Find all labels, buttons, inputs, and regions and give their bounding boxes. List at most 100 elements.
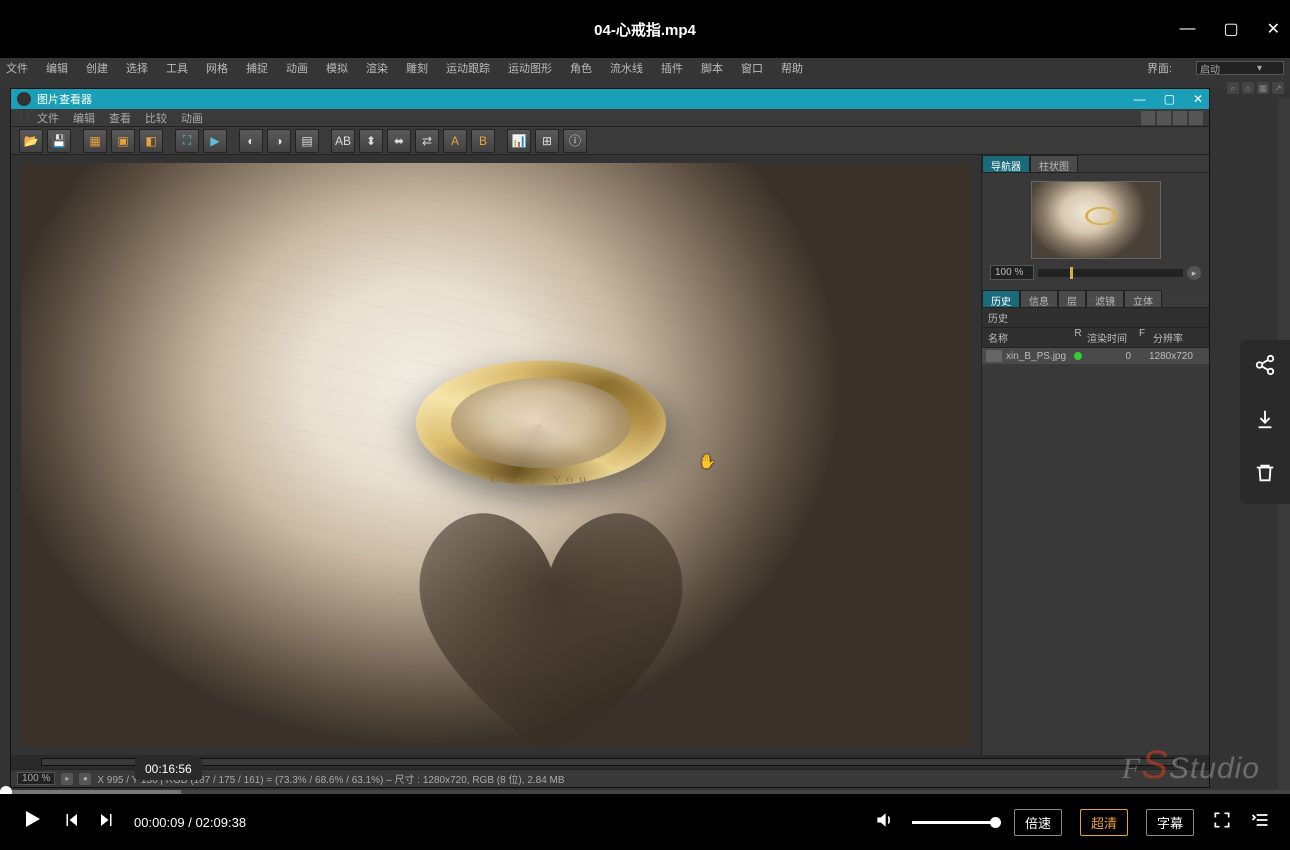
- prev-button[interactable]: [62, 811, 80, 834]
- save-icon[interactable]: 💾: [47, 129, 71, 153]
- menu-motrack[interactable]: 运动跟踪: [446, 60, 490, 76]
- pv-menu-view[interactable]: 查看: [109, 110, 131, 126]
- status-stop-icon[interactable]: ●: [79, 773, 91, 785]
- grid-icon[interactable]: ⊞: [535, 129, 559, 153]
- info-icon[interactable]: ⓘ: [563, 129, 587, 153]
- menu-pipeline[interactable]: 流水线: [610, 60, 643, 76]
- status-play-icon[interactable]: ▸: [61, 773, 73, 785]
- menu-sculpt[interactable]: 雕刻: [406, 60, 428, 76]
- ab-horiz-icon[interactable]: ⬌: [387, 129, 411, 153]
- render-region-icon[interactable]: ▣: [111, 129, 135, 153]
- pv-titlebar[interactable]: 图片查看器 — ▢ ✕: [11, 89, 1209, 109]
- col-f[interactable]: F: [1135, 328, 1149, 347]
- menu-plugins[interactable]: 插件: [661, 60, 683, 76]
- swap-icon[interactable]: ⇄: [415, 129, 439, 153]
- pv-dock-icon-4[interactable]: [1189, 111, 1203, 125]
- volume-slider[interactable]: [912, 821, 996, 824]
- playlist-button[interactable]: [1250, 810, 1270, 835]
- pv-menu-file[interactable]: 文件: [37, 110, 59, 126]
- channel-icon[interactable]: ◑: [267, 129, 291, 153]
- menu-create[interactable]: 创建: [86, 60, 108, 76]
- video-controls: 00:00:09 / 02:09:38 倍速 超清 字幕: [0, 794, 1290, 850]
- alpha-icon[interactable]: ▤: [295, 129, 319, 153]
- menu-edit[interactable]: 编辑: [46, 60, 68, 76]
- status-zoom[interactable]: 100 %: [17, 772, 55, 785]
- hand-cursor-icon: ✋: [699, 453, 716, 470]
- col-res[interactable]: 分辨率: [1149, 328, 1209, 347]
- menu-help[interactable]: 帮助: [781, 60, 803, 76]
- stop-render-icon[interactable]: ◧: [139, 129, 163, 153]
- nav-zoom-slider[interactable]: [1038, 269, 1183, 277]
- pv-dock-icon-3[interactable]: [1173, 111, 1187, 125]
- next-button[interactable]: [98, 811, 116, 834]
- menu-snap[interactable]: 捕捉: [246, 60, 268, 76]
- history-row[interactable]: xin_B_PS.jpg 0 1280x720: [982, 348, 1209, 364]
- set-a-icon[interactable]: A: [443, 129, 467, 153]
- layout-dropdown[interactable]: 启动▾: [1196, 61, 1284, 75]
- download-icon[interactable]: [1254, 408, 1276, 436]
- menu-mograph[interactable]: 运动图形: [508, 60, 552, 76]
- gold-ring: Love You: [416, 298, 666, 548]
- ab-compare-icon[interactable]: AB: [331, 129, 355, 153]
- tab-navigator[interactable]: 导航器: [982, 155, 1030, 172]
- menu-anim[interactable]: 动画: [286, 60, 308, 76]
- pv-minimize-button[interactable]: —: [1134, 92, 1146, 106]
- pv-canvas[interactable]: Love You ✋: [11, 155, 981, 755]
- close-button[interactable]: ✕: [1267, 19, 1280, 39]
- delete-icon[interactable]: [1254, 462, 1276, 490]
- pv-maximize-button[interactable]: ▢: [1164, 92, 1175, 106]
- nav-zoom-value[interactable]: 100 %: [990, 265, 1034, 280]
- play-icon[interactable]: ▶: [203, 129, 227, 153]
- menu-window[interactable]: 窗口: [741, 60, 763, 76]
- fullscreen-icon[interactable]: ⛶: [175, 129, 199, 153]
- col-name[interactable]: 名称: [982, 328, 1069, 347]
- share-icon[interactable]: [1254, 354, 1276, 382]
- menu-file[interactable]: 文件: [6, 60, 28, 76]
- pv-menu-compare[interactable]: 比较: [145, 110, 167, 126]
- c4d-corner-icons: ⌕ ⌂ ▦ ↗: [1227, 82, 1284, 94]
- pv-menu-anim[interactable]: 动画: [181, 110, 203, 126]
- pv-close-button[interactable]: ✕: [1193, 92, 1203, 106]
- volume-icon[interactable]: [874, 810, 894, 835]
- col-rendertime[interactable]: 渲染时间: [1087, 328, 1135, 347]
- set-b-icon[interactable]: B: [471, 129, 495, 153]
- subtitle-button[interactable]: 字幕: [1146, 809, 1194, 836]
- tab-filter[interactable]: 滤镜: [1086, 290, 1124, 307]
- tab-histogram[interactable]: 柱状图: [1030, 155, 1078, 172]
- ab-vert-icon[interactable]: ⬍: [359, 129, 383, 153]
- menu-script[interactable]: 脚本: [701, 60, 723, 76]
- arrow-icon[interactable]: ↗: [1272, 82, 1284, 94]
- maximize-button[interactable]: ▢: [1223, 19, 1238, 39]
- filter-icon[interactable]: ◐: [239, 129, 263, 153]
- menu-render[interactable]: 渲染: [366, 60, 388, 76]
- menu-select[interactable]: 选择: [126, 60, 148, 76]
- grip-icon[interactable]: ⋮⋮: [17, 113, 31, 122]
- navigator-thumbnail[interactable]: [1031, 181, 1161, 259]
- minimize-button[interactable]: —: [1179, 20, 1195, 38]
- speed-button[interactable]: 倍速: [1014, 809, 1062, 836]
- tab-stereo[interactable]: 立体: [1124, 290, 1162, 307]
- menu-tools[interactable]: 工具: [166, 60, 188, 76]
- play-button[interactable]: [20, 807, 44, 837]
- render-icon[interactable]: ▦: [83, 129, 107, 153]
- menu-char[interactable]: 角色: [570, 60, 592, 76]
- tab-layer[interactable]: 层: [1058, 290, 1086, 307]
- tab-info[interactable]: 信息: [1020, 290, 1058, 307]
- row-resolution: 1280x720: [1149, 351, 1209, 362]
- pv-dock-icon-2[interactable]: [1157, 111, 1171, 125]
- pv-menu-edit[interactable]: 编辑: [73, 110, 95, 126]
- menu-sim[interactable]: 模拟: [326, 60, 348, 76]
- rendered-image: Love You ✋: [21, 163, 972, 747]
- quality-button[interactable]: 超清: [1080, 809, 1128, 836]
- tab-history[interactable]: 历史: [982, 290, 1020, 307]
- search-icon[interactable]: ⌕: [1227, 82, 1239, 94]
- pv-dock-icon-1[interactable]: [1141, 111, 1155, 125]
- nav-zoom-reset-icon[interactable]: ▸: [1187, 266, 1201, 280]
- open-icon[interactable]: 📂: [19, 129, 43, 153]
- fullscreen-button[interactable]: [1212, 810, 1232, 835]
- histogram-icon[interactable]: 📊: [507, 129, 531, 153]
- home-icon[interactable]: ⌂: [1242, 82, 1254, 94]
- menu-mesh[interactable]: 网格: [206, 60, 228, 76]
- col-r[interactable]: R: [1069, 328, 1087, 347]
- layout-icon[interactable]: ▦: [1257, 82, 1269, 94]
